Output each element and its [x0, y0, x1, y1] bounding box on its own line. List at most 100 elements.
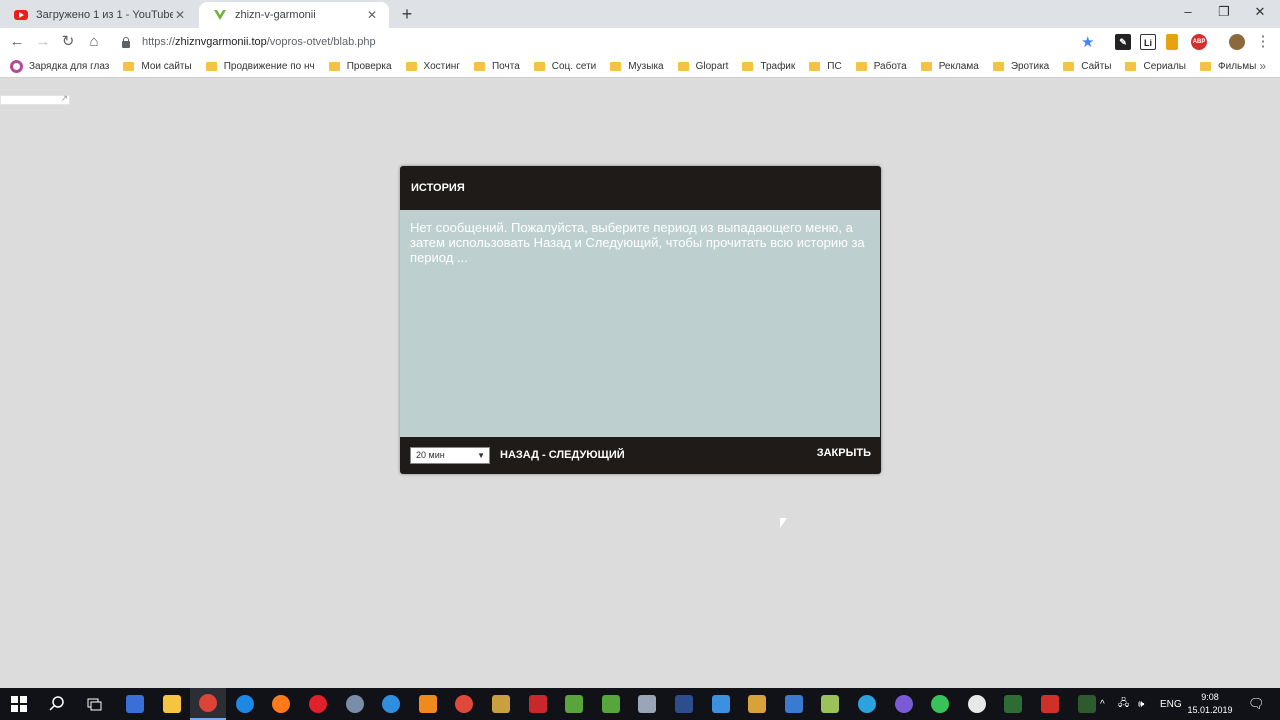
bookmark-folder[interactable]: Эротика [992, 61, 1049, 72]
folder-icon [809, 62, 821, 71]
bookmark-folder[interactable]: Фильмы [1200, 61, 1256, 72]
bookmark-folder[interactable]: Продвижение по нч [205, 61, 315, 72]
utorrent-icon[interactable] [593, 688, 629, 720]
firefox-icon[interactable] [263, 688, 299, 720]
period-select-value: 20 мин [416, 450, 445, 460]
bookmark-folder[interactable]: Glopart [677, 61, 728, 72]
bookmark-folder[interactable]: Мои сайты [123, 61, 192, 72]
new-tab-button[interactable]: + [397, 5, 417, 23]
dreamweaver-icon[interactable] [995, 688, 1031, 720]
opera-icon[interactable] [300, 688, 336, 720]
bookmark-folder[interactable]: Хостинг [405, 61, 460, 72]
menu-icon[interactable]: ⋮ [1253, 32, 1273, 52]
user-app-icon[interactable] [739, 688, 775, 720]
folder-app-icon[interactable] [812, 688, 848, 720]
youtube-icon [14, 10, 28, 20]
back-next-links[interactable]: НАЗАД - СЛЕДУЮЩИЙ [500, 449, 625, 461]
bookmark-folder[interactable]: Проверка [328, 61, 392, 72]
network-icon[interactable]: 🖧 [1118, 688, 1129, 720]
viber-icon[interactable] [886, 688, 922, 720]
bookmarks-more-button[interactable]: » [1259, 59, 1266, 73]
chrome-icon[interactable] [190, 688, 227, 720]
bookmark-item[interactable]: Зарядка для глаз [10, 60, 109, 73]
period-select[interactable]: 20 мин ▼ [410, 447, 490, 464]
reload-button[interactable]: ↻ [58, 32, 78, 52]
folder-icon [1125, 62, 1137, 71]
browser-app-icon[interactable] [373, 688, 409, 720]
dialog-footer: 20 мин ▼ НАЗАД - СЛЕДУЮЩИЙ ЗАКРЫТЬ [400, 437, 881, 474]
maximize-button[interactable]: ❐ [1206, 0, 1242, 24]
tab-title: Загружено 1 из 1 - YouTube [36, 9, 173, 21]
system-clock[interactable]: 9:08 15.01.2019 [1182, 691, 1238, 717]
search-icon[interactable] [39, 688, 75, 720]
notes-app-icon[interactable] [483, 688, 519, 720]
tray-chevron[interactable]: ^ [1100, 688, 1105, 720]
address-bar[interactable]: https://zhiznvgarmonii.top/vopros-otvet/… [118, 32, 1100, 52]
screen-app-icon[interactable] [776, 688, 812, 720]
back-button[interactable]: ← [7, 32, 27, 52]
profile-avatar-icon[interactable] [1229, 34, 1245, 50]
folder-icon [677, 62, 689, 71]
close-button[interactable]: ЗАКРЫТЬ [817, 447, 871, 459]
bookmark-folder[interactable]: Реклама [920, 61, 979, 72]
folder-icon [533, 62, 545, 71]
dropdown-arrow-icon: ▼ [477, 451, 485, 460]
forward-button[interactable]: → [33, 32, 53, 52]
filezilla-icon[interactable] [520, 688, 556, 720]
volume-icon[interactable]: 🕪 [1138, 688, 1144, 720]
tab-close-icon[interactable]: ✕ [173, 8, 187, 22]
bookmark-folder[interactable]: Работа [855, 61, 907, 72]
clock-date: 15.01.2019 [1187, 705, 1233, 715]
mouse-cursor-icon [780, 518, 787, 528]
task-view-icon[interactable] [77, 688, 113, 720]
eye-app-icon [10, 60, 23, 73]
lock-icon [122, 36, 130, 48]
folder-icon [1063, 62, 1075, 71]
ccleaner-icon[interactable] [446, 688, 482, 720]
file-explorer-icon[interactable] [154, 688, 190, 720]
folder-icon [1200, 62, 1211, 71]
adblock-extension-icon[interactable]: ABP [1191, 34, 1207, 50]
photoshop-icon[interactable] [666, 688, 702, 720]
whatsapp-icon[interactable] [922, 688, 958, 720]
folder-icon [742, 62, 754, 71]
broken-widget [0, 93, 70, 105]
dialog-title: ИСТОРИЯ [411, 182, 465, 194]
folder-icon [855, 62, 867, 71]
globe-app-icon[interactable] [337, 688, 373, 720]
bookmark-folder[interactable]: Сайты [1063, 61, 1111, 72]
tab-close-icon[interactable]: ✕ [365, 8, 379, 22]
folder-icon [920, 62, 932, 71]
settings-gear-icon[interactable] [703, 688, 739, 720]
bookmark-folder[interactable]: Почта [473, 61, 520, 72]
tab-youtube[interactable]: Загружено 1 из 1 - YouTube ✕ [0, 2, 197, 28]
edge-icon[interactable] [227, 688, 263, 720]
tab-zhizn-v-garmonii[interactable]: zhizn-v-garmonii ✕ [199, 2, 389, 28]
folder-icon [328, 62, 340, 71]
start-button[interactable] [1, 688, 37, 720]
telegram-icon[interactable] [849, 688, 885, 720]
home-button[interactable]: ⌂ [84, 32, 104, 52]
bookmark-star-icon[interactable]: ★ [1081, 33, 1094, 51]
window-close-button[interactable]: ✕ [1242, 0, 1278, 24]
clock-time: 9:08 [1201, 692, 1219, 702]
bookmark-folder[interactable]: Музыка [610, 61, 664, 72]
bookmark-folder[interactable]: Соц. сети [533, 61, 596, 72]
minimize-button[interactable]: – [1170, 0, 1206, 24]
vector-app-icon[interactable] [1032, 688, 1068, 720]
avast-icon[interactable] [410, 688, 446, 720]
language-indicator[interactable]: ENG [1160, 688, 1182, 720]
bookmark-folder[interactable]: Сериалы [1125, 61, 1186, 72]
bookmark-extension-icon[interactable] [1166, 34, 1178, 50]
pencil-extension-icon[interactable]: ✎ [1115, 34, 1131, 50]
bookmark-folder[interactable]: Трафик [742, 61, 795, 72]
save-app-icon[interactable] [117, 688, 153, 720]
folder-icon [473, 62, 485, 71]
notifications-icon[interactable]: 🗨 [1248, 688, 1265, 720]
audio-app-icon[interactable] [629, 688, 665, 720]
site-favicon [213, 8, 227, 22]
li-extension-icon[interactable]: Li [1140, 34, 1156, 50]
bookmark-folder[interactable]: ПС [809, 61, 842, 72]
notepad-plus-icon[interactable] [556, 688, 592, 720]
info-app-icon[interactable] [959, 688, 995, 720]
